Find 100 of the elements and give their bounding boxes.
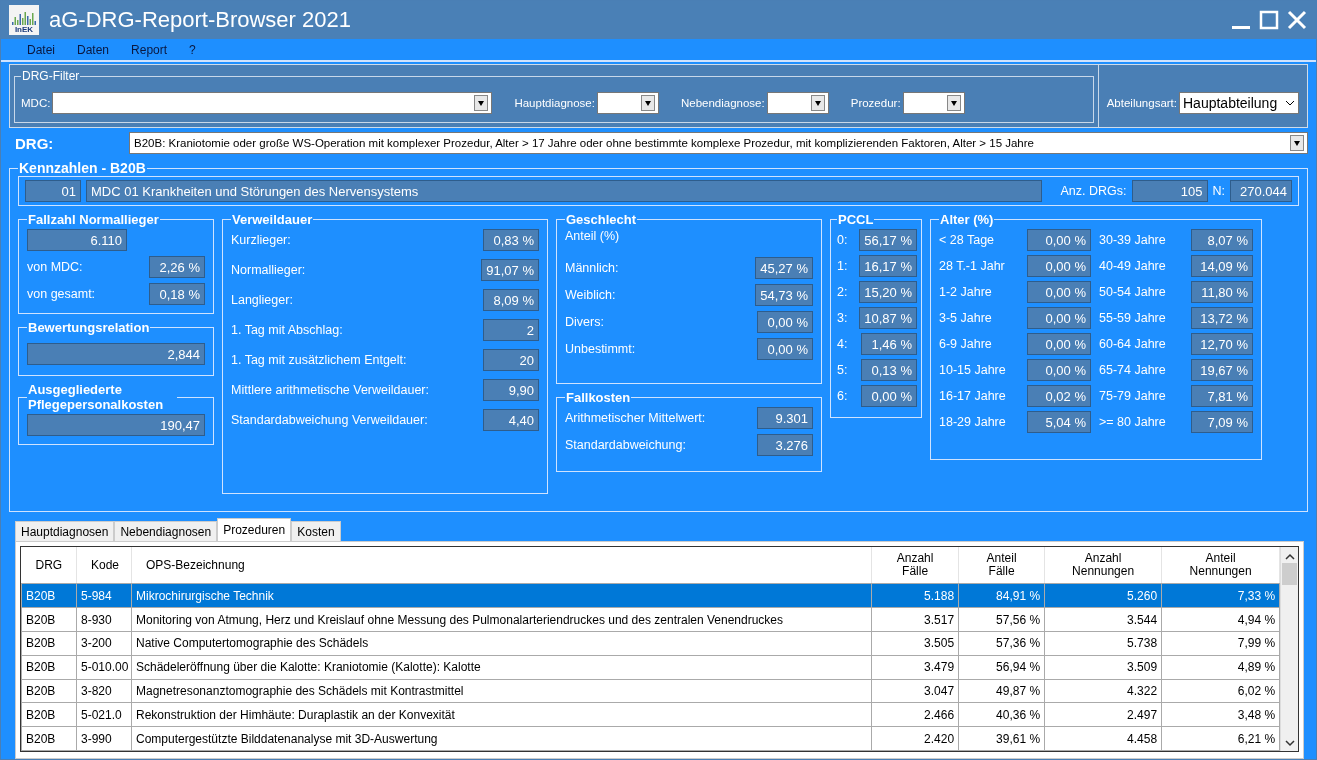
table-cell: 3.544 — [1044, 607, 1162, 632]
field-label: 50-54 Jahre — [1099, 285, 1167, 299]
column-header[interactable]: Anzahl Fälle — [871, 547, 959, 584]
table-cell: 4.458 — [1044, 726, 1162, 751]
value-field: 3.276 — [757, 434, 813, 456]
table-cell: 4,89 % — [1161, 655, 1280, 680]
value-field: 0,18 % — [149, 283, 205, 305]
value-field: 0,00 % — [757, 338, 813, 360]
table-cell: B20B — [21, 702, 77, 727]
column-header[interactable]: Kode — [76, 547, 132, 584]
value-field: 9.301 — [757, 407, 813, 429]
field-label: 30-39 Jahre — [1099, 233, 1167, 247]
group-title: Alter (%) — [939, 212, 995, 227]
menu-item[interactable]: Daten — [77, 42, 110, 57]
field-label: 16-17 Jahre — [939, 389, 1007, 403]
table-cell: 3.517 — [871, 607, 959, 632]
combo-box[interactable] — [902, 91, 965, 114]
field-label: Abteilungsart: — [1106, 97, 1177, 109]
maximize-icon[interactable] — [1258, 9, 1280, 31]
value-field: MDC 01 Krankheiten und Störungen des Nervensystems — [86, 180, 1042, 202]
drg-label: DRG: — [15, 134, 55, 152]
field-label: Langlieger: — [231, 293, 293, 307]
scroll-down-icon[interactable] — [1284, 739, 1295, 747]
table-cell: 6,02 % — [1161, 679, 1280, 703]
value-field: 8,07 % — [1191, 229, 1253, 251]
combo-box[interactable]: B20B: Kraniotomie oder große WS-Operation mit komplexer Prozedur, Alter > 17 Jahre oder ohne bestimmte komplexe Prozedur, mit komplizierenden Faktoren, Alter > 15 Jahre — [129, 132, 1308, 154]
table-cell: B20B — [21, 679, 77, 703]
table-cell: 3.479 — [871, 655, 959, 680]
table-cell: 5.260 — [1044, 583, 1162, 608]
value-field: 0,00 % — [1027, 255, 1091, 277]
column-header[interactable]: Anteil Nennungen — [1161, 547, 1280, 584]
value-field: 0,00 % — [757, 311, 813, 333]
field-label: Arithmetischer Mittelwert: — [565, 411, 706, 425]
menu-item[interactable]: Report — [131, 42, 168, 57]
value-field: 0,83 % — [483, 229, 539, 251]
value-field: 0,00 % — [1027, 281, 1091, 303]
group-title: DRG-Filter — [21, 69, 81, 83]
field-label: von gesamt: — [27, 287, 96, 301]
field-label: Anz. DRGs: — [1060, 184, 1127, 198]
field-label: N: — [1212, 184, 1225, 198]
group-title: Bewertungsrelation — [27, 320, 151, 335]
table-cell: Monitoring von Atmung, Herz und Kreislauf ohne Messung des Pulmonalarteriendruckes und des zentralen Venendruckes — [131, 607, 872, 632]
value-field: 12,70 % — [1191, 333, 1253, 355]
field-label: Standardabweichung: — [565, 438, 686, 452]
table-cell: 2.466 — [871, 702, 959, 727]
chevron-down-icon — [1285, 100, 1295, 106]
field-label: 10-15 Jahre — [939, 363, 1007, 377]
combo-box[interactable] — [596, 91, 659, 114]
value-field: 91,07 % — [481, 259, 539, 281]
close-icon[interactable] — [1286, 9, 1308, 31]
column-header[interactable]: OPS-Bezeichnung — [131, 547, 872, 584]
table-cell: 56,94 % — [958, 655, 1045, 680]
tab[interactable]: Kosten — [291, 521, 341, 541]
table-cell: 7,99 % — [1161, 631, 1280, 656]
field-label: 0: — [837, 233, 848, 247]
group-title: Verweildauer — [231, 212, 314, 227]
table-cell: Computergestützte Bilddatenanalyse mit 3D-Auswertung — [131, 726, 872, 751]
table-cell: 2.497 — [1044, 702, 1162, 727]
table-cell: 39,61 % — [958, 726, 1045, 751]
field-label: 5: — [837, 363, 848, 377]
value-field: 2 — [483, 319, 539, 341]
value-field: 0,00 % — [1027, 307, 1091, 329]
group-title: Ausgegliederte Pflegepersonalkosten — [27, 382, 165, 412]
column-header[interactable]: Anteil Fälle — [958, 547, 1045, 584]
value-field: 19,67 % — [1191, 359, 1253, 381]
combo-box[interactable] — [766, 91, 829, 114]
tab[interactable]: Nebendiagnosen — [114, 521, 218, 541]
group-title: Fallkosten — [565, 390, 632, 405]
table-cell: B20B — [21, 655, 77, 680]
table-cell: Magnetresonanztomographie des Schädels mit Kontrastmittel — [131, 679, 872, 703]
value-field: 0,00 % — [1027, 229, 1091, 251]
table-cell: Mikrochirurgische Technik — [131, 583, 872, 608]
value-field: 0,00 % — [1027, 359, 1091, 381]
column-header[interactable]: Anzahl Nennungen — [1044, 547, 1162, 584]
value-field: 54,73 % — [755, 284, 813, 306]
field-label: 65-74 Jahre — [1099, 363, 1167, 377]
menu-item[interactable]: ? — [189, 42, 196, 57]
value-field: 8,09 % — [483, 289, 539, 311]
value-field: 0,13 % — [861, 359, 917, 381]
table-cell: Native Computertomographie des Schädels — [131, 631, 872, 656]
column-header[interactable]: DRG — [21, 547, 77, 584]
combo-box[interactable] — [52, 91, 493, 114]
app-logo: InEK — [9, 5, 39, 35]
table-cell: 49,87 % — [958, 679, 1045, 703]
table-cell: Rekonstruktion der Himhäute: Duraplastik an der Konvexität — [131, 702, 872, 727]
group-title: Geschlecht — [565, 212, 638, 227]
scroll-up-icon[interactable] — [1284, 553, 1295, 561]
value-field: 2,844 — [27, 343, 205, 365]
tab[interactable]: Hauptdiagnosen — [15, 521, 115, 541]
field-label: 3-5 Jahre — [939, 311, 993, 325]
table-cell: 3-820 — [76, 679, 132, 703]
table-cell: 3.509 — [1044, 655, 1162, 680]
value-field: 15,20 % — [859, 281, 917, 303]
field-label: 4: — [837, 337, 848, 351]
scrollbar-thumb[interactable] — [1282, 563, 1298, 585]
table-cell: B20B — [21, 607, 77, 632]
field-label: Prozedur: — [850, 96, 901, 109]
dropdown[interactable]: Hauptabteilung — [1179, 92, 1299, 114]
menu-item[interactable]: Datei — [27, 42, 55, 57]
tab[interactable]: Prozeduren — [217, 518, 292, 541]
